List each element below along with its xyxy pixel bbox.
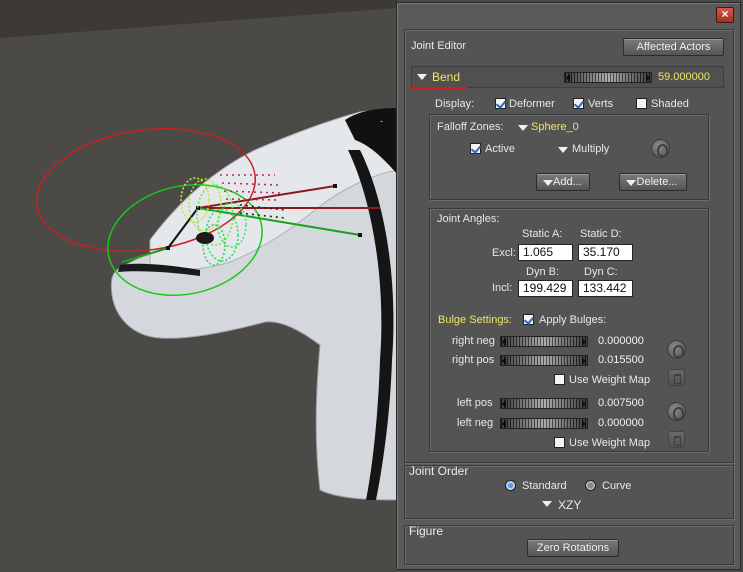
active-checkbox[interactable] xyxy=(470,143,481,154)
left-weight-map-label[interactable]: Use Weight Map xyxy=(569,437,650,449)
joint-angles-label: Joint Angles: xyxy=(437,213,500,225)
falloff-zones-section: Falloff Zones: Sphere_0 Active Multiply … xyxy=(429,114,709,200)
falloff-mode[interactable]: Multiply xyxy=(572,143,609,155)
zero-rotations-button[interactable]: Zero Rotations xyxy=(527,539,619,557)
standard-label[interactable]: Standard xyxy=(522,480,567,492)
left-pos-value[interactable]: 0.007500 xyxy=(598,397,644,409)
right-weight-map-label[interactable]: Use Weight Map xyxy=(569,374,650,386)
joint-editor-title: Joint Editor xyxy=(411,40,467,52)
static-d-label: Static D: xyxy=(580,228,622,240)
dyn-c-label: Dyn C: xyxy=(584,266,618,278)
right-pos-dial[interactable] xyxy=(500,355,588,366)
left-weight-map-checkbox[interactable] xyxy=(554,437,565,448)
delete-arrow-icon xyxy=(626,180,636,186)
left-neg-label: left neg xyxy=(457,417,494,429)
joint-editor-section: Joint Editor Affected Actors Bend 59.000… xyxy=(404,29,734,463)
delete-zone-label: Delete... xyxy=(636,176,678,188)
left-bulge-gizmo-icon[interactable] xyxy=(667,402,686,421)
static-a-label: Static A: xyxy=(522,228,563,240)
left-weight-map-trash-icon[interactable] xyxy=(668,431,685,448)
bulge-settings-label: Bulge Settings: xyxy=(438,314,512,326)
standard-radio[interactable] xyxy=(505,480,516,491)
joint-angles-section: Joint Angles: Static A: Static D: Excl: … xyxy=(429,208,709,452)
right-neg-label: right neg xyxy=(452,335,495,347)
right-weight-map-trash-icon[interactable] xyxy=(668,369,685,386)
parameter-name-underline xyxy=(410,87,468,90)
static-d-field[interactable]: 35.170 xyxy=(578,244,633,261)
joint-order-value[interactable]: XZY xyxy=(558,498,581,512)
3d-viewport[interactable]: - xyxy=(0,0,398,572)
apply-bulges-checkbox[interactable] xyxy=(523,314,534,325)
falloff-zones-label: Falloff Zones: xyxy=(437,121,504,133)
verts-label[interactable]: Verts xyxy=(588,98,613,110)
deformer-checkbox[interactable] xyxy=(495,98,506,109)
parameter-name[interactable]: Bend xyxy=(432,70,460,84)
dyn-c-field[interactable]: 133.442 xyxy=(578,280,633,297)
figure-section: Figure Zero Rotations xyxy=(404,524,734,565)
shaded-label[interactable]: Shaded xyxy=(651,98,689,110)
dyn-b-label: Dyn B: xyxy=(526,266,560,278)
affected-actors-button[interactable]: Affected Actors xyxy=(623,38,724,56)
window-titlebar[interactable]: × xyxy=(397,3,740,27)
joint-order-menu-arrow-icon[interactable] xyxy=(542,501,552,507)
curve-label[interactable]: Curve xyxy=(602,480,631,492)
right-neg-dial[interactable] xyxy=(500,336,588,347)
left-pos-label: left pos xyxy=(457,397,493,409)
curve-radio[interactable] xyxy=(585,480,596,491)
joint-order-section: Joint Order Standard Curve XZY xyxy=(404,464,734,519)
right-pos-value[interactable]: 0.015500 xyxy=(598,354,644,366)
parameter-dial[interactable] xyxy=(564,72,652,83)
parameter-row: Bend 59.000000 xyxy=(410,66,724,90)
display-label: Display: xyxy=(435,98,475,110)
parameter-menu-arrow-icon[interactable] xyxy=(417,74,427,80)
verts-checkbox[interactable] xyxy=(573,98,584,109)
active-label[interactable]: Active xyxy=(485,143,515,155)
excl-label: Excl: xyxy=(492,247,516,259)
incl-label: Incl: xyxy=(492,282,513,294)
apply-bulges-label[interactable]: Apply Bulges: xyxy=(539,314,606,326)
right-bulge-gizmo-icon[interactable] xyxy=(667,340,686,359)
multiply-menu-arrow-icon[interactable] xyxy=(558,147,568,153)
dyn-b-field[interactable]: 199.429 xyxy=(518,280,573,297)
left-neg-value[interactable]: 0.000000 xyxy=(598,417,644,429)
zone-menu-arrow-icon[interactable] xyxy=(518,125,528,131)
viewport-marker: - xyxy=(380,116,383,126)
viewport-scene: - xyxy=(0,0,398,572)
add-zone-button[interactable]: Add... xyxy=(536,173,590,191)
add-zone-label: Add... xyxy=(553,176,582,188)
deformer-label[interactable]: Deformer xyxy=(509,98,555,110)
static-a-field[interactable]: 1.065 xyxy=(518,244,573,261)
falloff-zone-name[interactable]: Sphere_0 xyxy=(531,121,579,133)
shaded-checkbox[interactable] xyxy=(636,98,647,109)
joint-editor-window: × Joint Editor Affected Actors Bend 59.0… xyxy=(396,2,741,570)
joint-order-label: Joint Order xyxy=(409,464,469,478)
right-neg-value[interactable]: 0.000000 xyxy=(598,335,644,347)
close-button[interactable]: × xyxy=(716,7,734,23)
right-pos-label: right pos xyxy=(452,354,495,366)
left-neg-dial[interactable] xyxy=(500,418,588,429)
right-weight-map-checkbox[interactable] xyxy=(554,374,565,385)
zone-gizmo-icon[interactable] xyxy=(651,139,670,158)
add-arrow-icon xyxy=(543,180,553,186)
parameter-value[interactable]: 59.000000 xyxy=(658,71,710,83)
delete-zone-button[interactable]: Delete... xyxy=(619,173,687,191)
figure-label: Figure xyxy=(409,524,444,538)
left-pos-dial[interactable] xyxy=(500,398,588,409)
